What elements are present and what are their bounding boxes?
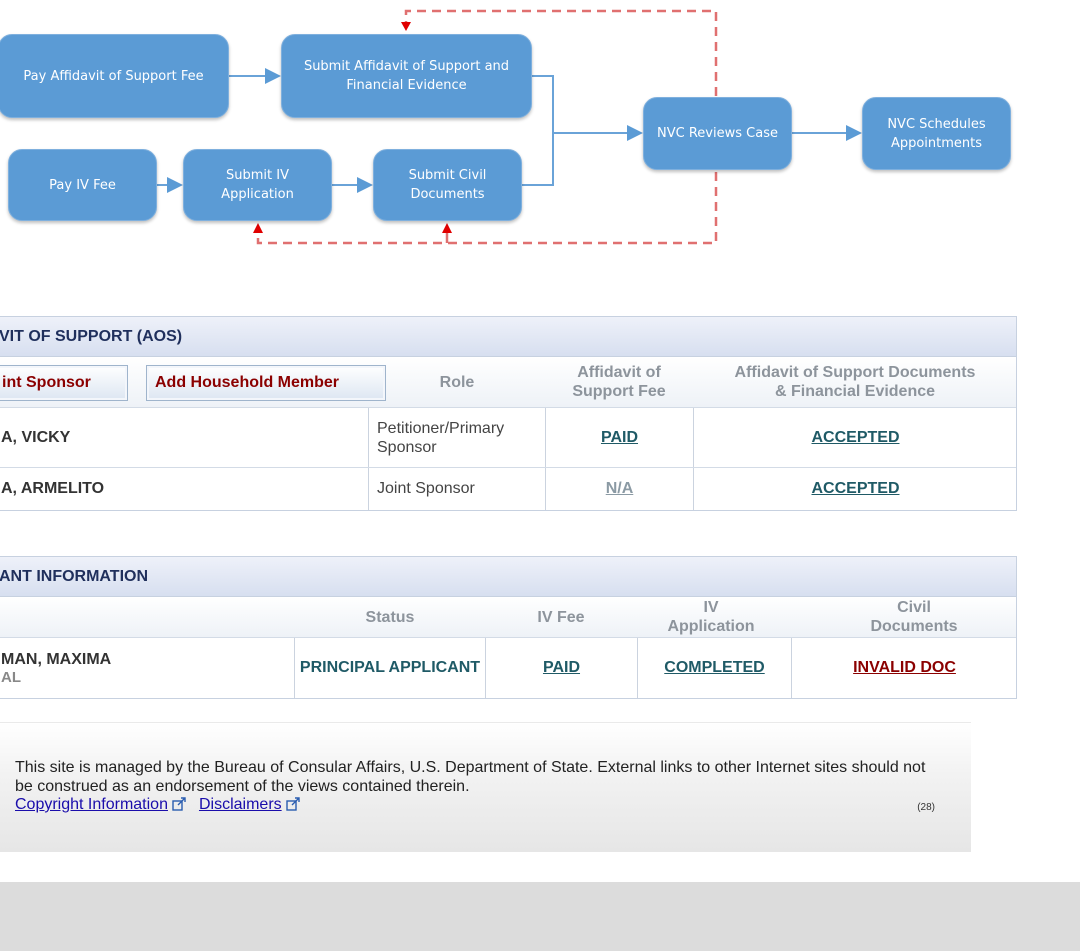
table-row: A, VICKY Petitioner/Primary Sponsor PAID… bbox=[0, 408, 1016, 468]
iv-application-status-link[interactable]: COMPLETED bbox=[664, 659, 764, 677]
column-header-iv-fee: IV Fee bbox=[537, 608, 585, 626]
node-pay-aos-fee: Pay Affidavit of Support Fee bbox=[0, 34, 229, 118]
applicant-name: MAN, MAXIMA bbox=[1, 650, 112, 668]
applicant-section: ANT INFORMATION Status IV Fee IV Applica… bbox=[0, 556, 1017, 699]
aos-docs-status: ACCEPTED bbox=[693, 468, 1017, 510]
table-row: MAN, MAXIMA AL PRINCIPAL APPLICANT PAID … bbox=[0, 638, 1016, 698]
column-header-civil-documents: Civil Documents bbox=[870, 599, 958, 635]
loop-arrowhead-aos bbox=[401, 22, 411, 31]
node-submit-civil: Submit Civil Documents bbox=[373, 149, 522, 221]
column-header-status: Status bbox=[365, 608, 415, 626]
aos-docs-status: ACCEPTED bbox=[693, 408, 1017, 467]
footer-disclaimer-text: This site is managed by the Bureau of Co… bbox=[15, 759, 926, 795]
column-header-aos-fee: Affidavit of Support Fee bbox=[572, 364, 666, 400]
iv-fee-status-link[interactable]: PAID bbox=[543, 659, 580, 677]
applicant-subtitle: AL bbox=[1, 668, 21, 686]
page-counter: (28) bbox=[917, 802, 935, 813]
aos-section: VIT OF SUPPORT (AOS) int Sponsor Add Hou… bbox=[0, 316, 1017, 511]
applicant-name-cell: MAN, MAXIMA AL bbox=[1, 638, 294, 698]
connector-aos bbox=[532, 75, 554, 133]
applicant-section-title: ANT INFORMATION bbox=[0, 557, 1016, 597]
connector-civil bbox=[522, 133, 554, 186]
add-joint-sponsor-button[interactable]: int Sponsor bbox=[0, 365, 128, 401]
disclaimers-link[interactable]: Disclaimers bbox=[199, 796, 282, 813]
aos-docs-status-link[interactable]: ACCEPTED bbox=[811, 480, 899, 498]
column-header-aos-documents: Affidavit of Support Documents & Financi… bbox=[734, 364, 976, 400]
column-header-iv-application: IV Application bbox=[667, 599, 755, 635]
aos-fee-status: N/A bbox=[545, 468, 693, 510]
column-header-role: Role bbox=[439, 373, 475, 391]
aos-section-title: VIT OF SUPPORT (AOS) bbox=[0, 317, 1016, 357]
aos-fee-status-link[interactable]: PAID bbox=[601, 429, 638, 447]
aos-fee-status-link[interactable]: N/A bbox=[606, 480, 634, 498]
node-nvc-schedules: NVC Schedules Appointments bbox=[862, 97, 1011, 170]
loop-arrowhead-iv bbox=[253, 223, 263, 233]
applicant-header-row: Status IV Fee IV Application Civil Docum… bbox=[0, 597, 1016, 638]
external-link-icon bbox=[285, 797, 300, 811]
add-household-member-button[interactable]: Add Household Member bbox=[146, 365, 386, 401]
civil-documents-status: INVALID DOC bbox=[791, 638, 1017, 698]
iv-fee-status: PAID bbox=[485, 638, 637, 698]
aos-docs-status-link[interactable]: ACCEPTED bbox=[811, 429, 899, 447]
iv-application-status: COMPLETED bbox=[637, 638, 791, 698]
process-flow-diagram: Pay Affidavit of Support Fee Submit Affi… bbox=[0, 0, 1080, 270]
sponsor-name: A, VICKY bbox=[1, 428, 71, 446]
bottom-gray-bar bbox=[0, 882, 1080, 951]
applicant-status: PRINCIPAL APPLICANT bbox=[294, 638, 485, 698]
sponsor-role: Joint Sponsor bbox=[368, 468, 545, 510]
table-row: A, ARMELITO Joint Sponsor N/A ACCEPTED bbox=[0, 468, 1016, 510]
node-pay-iv-fee: Pay IV Fee bbox=[8, 149, 157, 221]
sponsor-name: A, ARMELITO bbox=[1, 480, 105, 497]
external-link-icon bbox=[172, 797, 186, 811]
sponsor-role: Petitioner/Primary Sponsor bbox=[368, 408, 545, 467]
node-nvc-reviews: NVC Reviews Case bbox=[643, 97, 792, 170]
node-submit-aos: Submit Affidavit of Support and Financia… bbox=[281, 34, 532, 118]
civil-documents-status-link[interactable]: INVALID DOC bbox=[853, 659, 956, 677]
footer-links: Copyright Information Disclaimers bbox=[15, 796, 313, 814]
aos-fee-status: PAID bbox=[545, 408, 693, 467]
aos-header-row: int Sponsor Add Household Member Role Af… bbox=[0, 357, 1016, 408]
copyright-information-link[interactable]: Copyright Information bbox=[15, 796, 168, 813]
site-footer: This site is managed by the Bureau of Co… bbox=[0, 722, 971, 852]
loop-arrowhead-civil bbox=[442, 223, 452, 233]
node-submit-iv: Submit IV Application bbox=[183, 149, 332, 221]
